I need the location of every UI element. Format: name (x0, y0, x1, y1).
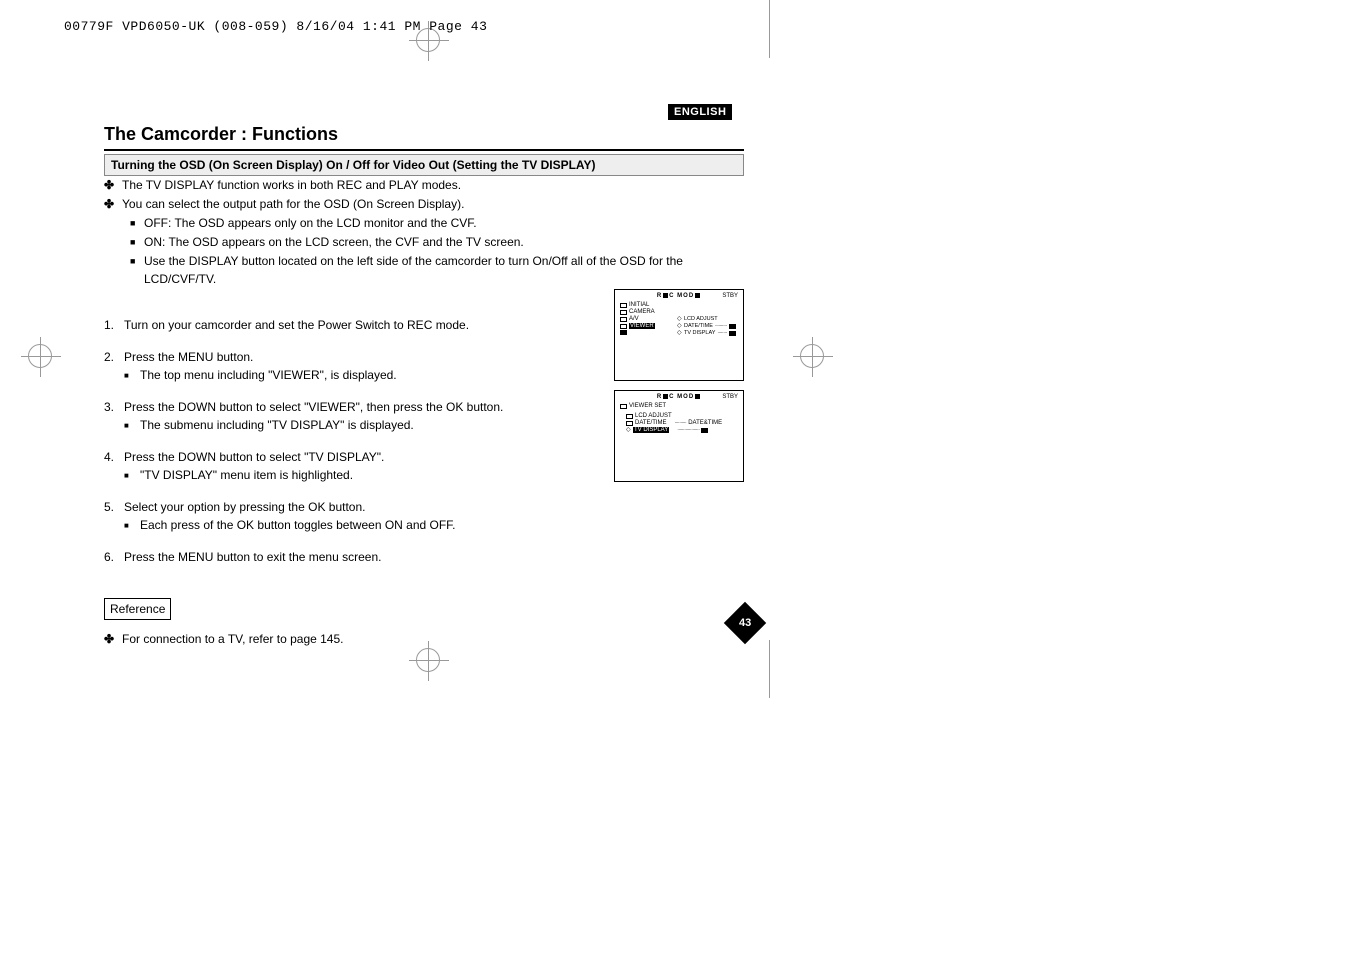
crop-line (769, 640, 770, 698)
osd-menu-item: INITIAL (629, 302, 649, 308)
osd-item: DATE/TIME (635, 420, 667, 426)
step-text: Select your option by pressing the OK bu… (124, 498, 365, 516)
step-item: 6. Press the MENU button to exit the men… (104, 548, 744, 566)
osd-sub-item: TV DISPLAY (684, 330, 715, 336)
square-icon: ■ (130, 252, 144, 288)
step-number: 5. (104, 498, 124, 516)
osd-mode-header: RC MOD STBY (620, 293, 738, 299)
step-text: Turn on your camcorder and set the Power… (124, 316, 469, 334)
page-number: 43 (739, 617, 751, 629)
step-number: 2. (104, 348, 124, 366)
osd-screenshot-1: RC MOD STBY INITIAL CAMERA A/V VIEWER ◇L… (614, 289, 744, 381)
osd-stby: STBY (722, 293, 738, 299)
osd-mode-text: RC MOD (657, 394, 701, 400)
osd-value: DATE&TIME (688, 420, 722, 426)
step-number: 4. (104, 448, 124, 466)
diamond-icon: ◇ (677, 324, 682, 329)
square-icon: ■ (124, 416, 140, 434)
osd-mode-text: RC MOD (657, 293, 701, 299)
step-text: Press the DOWN button to select "TV DISP… (124, 448, 384, 466)
square-icon: ■ (130, 214, 144, 232)
osd-set-label: VIEWER SET (629, 403, 666, 409)
crop-mark-icon (800, 344, 824, 368)
sub-bullet-text: Use the DISPLAY button located on the le… (144, 252, 744, 288)
osd-item-highlighted: TV DISPLAY (633, 427, 669, 433)
diamond-icon: ◇ (677, 317, 682, 322)
reference-text: For connection to a TV, refer to page 14… (122, 630, 343, 648)
print-header-text: 00779F VPD6050-UK (008-059) 8/16/04 1:41… (64, 19, 487, 34)
crop-line (769, 0, 770, 58)
cursor-icon (620, 330, 627, 335)
diamond-icon: ◇ (677, 331, 682, 336)
sub-bullet-text: ON: The OSD appears on the LCD screen, t… (144, 233, 524, 251)
crop-mark-icon (28, 344, 52, 368)
plus-icon: ✤ (104, 630, 122, 648)
osd-mode-header: RC MOD STBY (620, 394, 738, 400)
osd-menu-item-selected: VIEWER (629, 323, 655, 329)
step-text: Press the MENU button to exit the menu s… (124, 548, 381, 566)
step-number: 6. (104, 548, 124, 566)
section-title: Turning the OSD (On Screen Display) On /… (104, 154, 744, 176)
step-sub-text: Each press of the OK button toggles betw… (140, 516, 456, 534)
step-text: Press the MENU button. (124, 348, 253, 366)
osd-sub-item: LCD ADJUST (684, 316, 718, 322)
step-text: Press the DOWN button to select "VIEWER"… (124, 398, 503, 416)
plus-icon: ✤ (104, 176, 122, 194)
sub-bullet-text: OFF: The OSD appears only on the LCD mon… (144, 214, 477, 232)
bullet-item: ✤ The TV DISPLAY function works in both … (104, 176, 744, 194)
osd-right-menu: ◇LCD ADJUST ◇DATE/TIME·········· ◇TV DIS… (677, 316, 736, 337)
print-header: 00779F VPD6050-UK (008-059) 8/16/04 1:41… (64, 19, 487, 34)
osd-screenshot-2: RC MOD STBY VIEWER SET LCD ADJUST DATE/T… (614, 390, 744, 482)
osd-stby: STBY (722, 394, 738, 400)
sub-bullet-item: ■ Use the DISPLAY button located on the … (130, 252, 744, 288)
osd-item: LCD ADJUST (635, 413, 672, 419)
reference-item: ✤ For connection to a TV, refer to page … (104, 630, 744, 648)
crop-mark-icon (416, 648, 440, 672)
language-badge: ENGLISH (668, 104, 732, 120)
osd-sub-item: DATE/TIME (684, 323, 713, 329)
square-icon: ■ (124, 516, 140, 534)
plus-icon: ✤ (104, 195, 122, 213)
diamond-icon: ◇ (626, 428, 631, 433)
step-sub-text: The submenu including "TV DISPLAY" is di… (140, 416, 414, 434)
square-icon: ■ (124, 366, 140, 384)
step-item: 5. Select your option by pressing the OK… (104, 498, 744, 534)
step-number: 3. (104, 398, 124, 416)
bullet-text: The TV DISPLAY function works in both RE… (122, 176, 461, 194)
square-icon: ■ (124, 466, 140, 484)
square-icon: ■ (130, 233, 144, 251)
step-number: 1. (104, 316, 124, 334)
osd-menu-item: A/V (629, 316, 639, 322)
step-sub-text: The top menu including "VIEWER", is disp… (140, 366, 397, 384)
step-sub-text: "TV DISPLAY" menu item is highlighted. (140, 466, 353, 484)
osd-menu-item: CAMERA (629, 309, 655, 315)
bullet-text: You can select the output path for the O… (122, 195, 464, 213)
reference-label: Reference (104, 598, 171, 620)
page-title: The Camcorder : Functions (104, 124, 744, 151)
bullet-item: ✤ You can select the output path for the… (104, 195, 744, 213)
sub-bullet-item: ■ OFF: The OSD appears only on the LCD m… (130, 214, 744, 232)
sub-bullet-item: ■ ON: The OSD appears on the LCD screen,… (130, 233, 744, 251)
